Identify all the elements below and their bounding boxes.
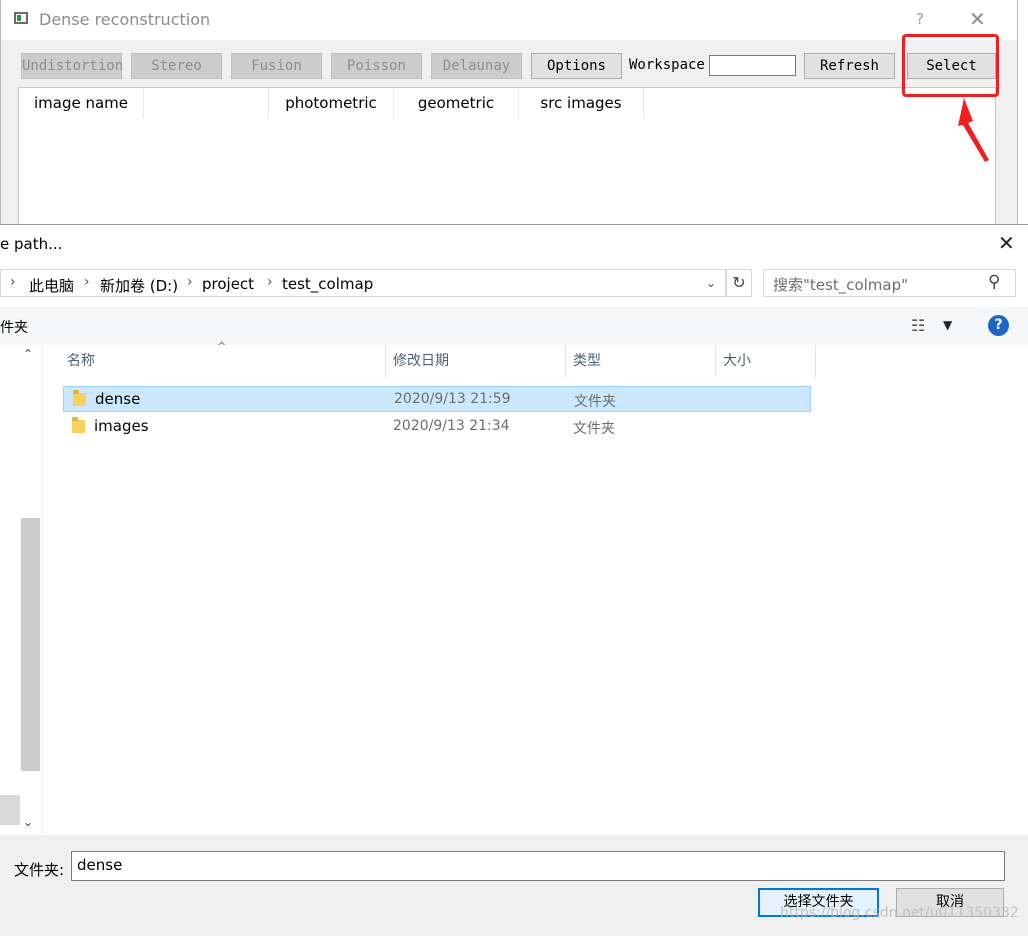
caret-down-icon[interactable]: ▼ bbox=[943, 318, 952, 332]
column-header-size[interactable]: 大小 bbox=[716, 345, 816, 378]
poisson-button[interactable]: Poisson bbox=[331, 53, 422, 79]
chevron-down-icon[interactable]: ⌄ bbox=[23, 815, 33, 829]
folder-icon bbox=[72, 417, 85, 433]
folder-icon bbox=[73, 390, 86, 406]
chevron-up-icon[interactable]: ⌃ bbox=[23, 347, 33, 361]
chevron-down-icon[interactable]: ⌄ bbox=[706, 276, 716, 290]
column-header-name[interactable]: 名称 bbox=[60, 345, 386, 378]
column-header-src-images[interactable]: src images bbox=[519, 88, 644, 118]
file-name: images bbox=[94, 417, 149, 435]
undistortion-button[interactable]: Undistortion bbox=[21, 53, 123, 79]
list-item[interactable]: dense 2020/9/13 21:59 文件夹 bbox=[63, 386, 811, 412]
fusion-button[interactable]: Fusion bbox=[231, 53, 322, 79]
list-item[interactable]: images 2020/9/13 21:34 文件夹 bbox=[63, 414, 811, 440]
nav-scrollbar-thumb[interactable] bbox=[21, 518, 40, 771]
column-header-geometric[interactable]: geometric bbox=[394, 88, 519, 118]
search-input[interactable]: 搜索"test_colmap" ⚲ bbox=[763, 269, 1016, 297]
column-header-photometric[interactable]: photometric bbox=[269, 88, 394, 118]
help-button[interactable]: ? bbox=[916, 10, 924, 28]
chevron-right-icon: › bbox=[10, 274, 16, 290]
folder-name-value: dense bbox=[77, 856, 123, 874]
help-icon[interactable]: ? bbox=[988, 315, 1009, 336]
refresh-icon[interactable]: ↻ bbox=[726, 269, 752, 297]
chevron-right-icon: › bbox=[267, 274, 273, 290]
choose-path-dialog: e path... ✕ › 此电脑 › 新加卷 (D:) › project ›… bbox=[0, 224, 1028, 936]
search-placeholder: 搜索"test_colmap" bbox=[773, 276, 909, 294]
stereo-button[interactable]: Stereo bbox=[131, 53, 222, 79]
breadcrumb-project[interactable]: project bbox=[202, 275, 254, 293]
folder-name-input[interactable]: dense bbox=[71, 851, 1005, 881]
new-folder-button[interactable]: 件夹 bbox=[0, 317, 28, 337]
workspace-label: Workspace bbox=[629, 57, 705, 73]
dialog-toolbar: 件夹 ☷ ▼ ? bbox=[0, 307, 1028, 345]
breadcrumb-test-colmap[interactable]: test_colmap bbox=[282, 275, 373, 293]
column-header-type[interactable]: 类型 bbox=[566, 345, 716, 378]
chevron-right-icon: › bbox=[84, 274, 90, 290]
file-name: dense bbox=[95, 390, 141, 408]
dense-reconstruction-window: Dense reconstruction ? ✕ Undistortion St… bbox=[0, 0, 1018, 224]
address-bar[interactable]: › 此电脑 › 新加卷 (D:) › project › test_colmap… bbox=[0, 269, 726, 297]
options-button[interactable]: Options bbox=[531, 53, 622, 79]
dense-window-title: Dense reconstruction bbox=[39, 10, 211, 29]
file-type: 文件夹 bbox=[573, 421, 615, 437]
close-icon[interactable]: ✕ bbox=[998, 231, 1015, 255]
nav-selected-item[interactable] bbox=[0, 795, 20, 825]
breadcrumb-this-pc[interactable]: 此电脑 bbox=[29, 275, 74, 296]
image-table[interactable]: image name photometric geometric src ima… bbox=[18, 87, 996, 224]
breadcrumb-drive-d[interactable]: 新加卷 (D:) bbox=[100, 275, 178, 296]
annotation-arrow-icon bbox=[958, 98, 989, 162]
dense-window-titlebar: Dense reconstruction ? ✕ bbox=[1, 0, 1017, 40]
file-modified: 2020/9/13 21:34 bbox=[393, 418, 510, 434]
app-window-icon bbox=[14, 12, 28, 24]
workspace-input[interactable] bbox=[709, 55, 796, 76]
watermark: https://blog.csdn.net/u011350332 bbox=[780, 905, 1019, 921]
folder-label: 文件夹: bbox=[14, 861, 65, 879]
dialog-title: e path... bbox=[0, 235, 63, 253]
delaunay-button[interactable]: Delaunay bbox=[431, 53, 522, 79]
search-icon[interactable]: ⚲ bbox=[988, 272, 1000, 292]
column-header-modified[interactable]: 修改日期 bbox=[386, 345, 566, 378]
file-type: 文件夹 bbox=[574, 394, 616, 410]
refresh-button[interactable]: Refresh bbox=[804, 53, 895, 79]
chevron-right-icon: › bbox=[187, 274, 193, 290]
annotation-highlight-box bbox=[902, 34, 999, 97]
close-icon[interactable]: ✕ bbox=[969, 8, 986, 30]
view-options-icon[interactable]: ☷ bbox=[911, 316, 925, 335]
column-header-image-name[interactable]: image name bbox=[19, 88, 144, 118]
column-header-blank[interactable] bbox=[144, 88, 269, 118]
file-modified: 2020/9/13 21:59 bbox=[394, 391, 511, 407]
